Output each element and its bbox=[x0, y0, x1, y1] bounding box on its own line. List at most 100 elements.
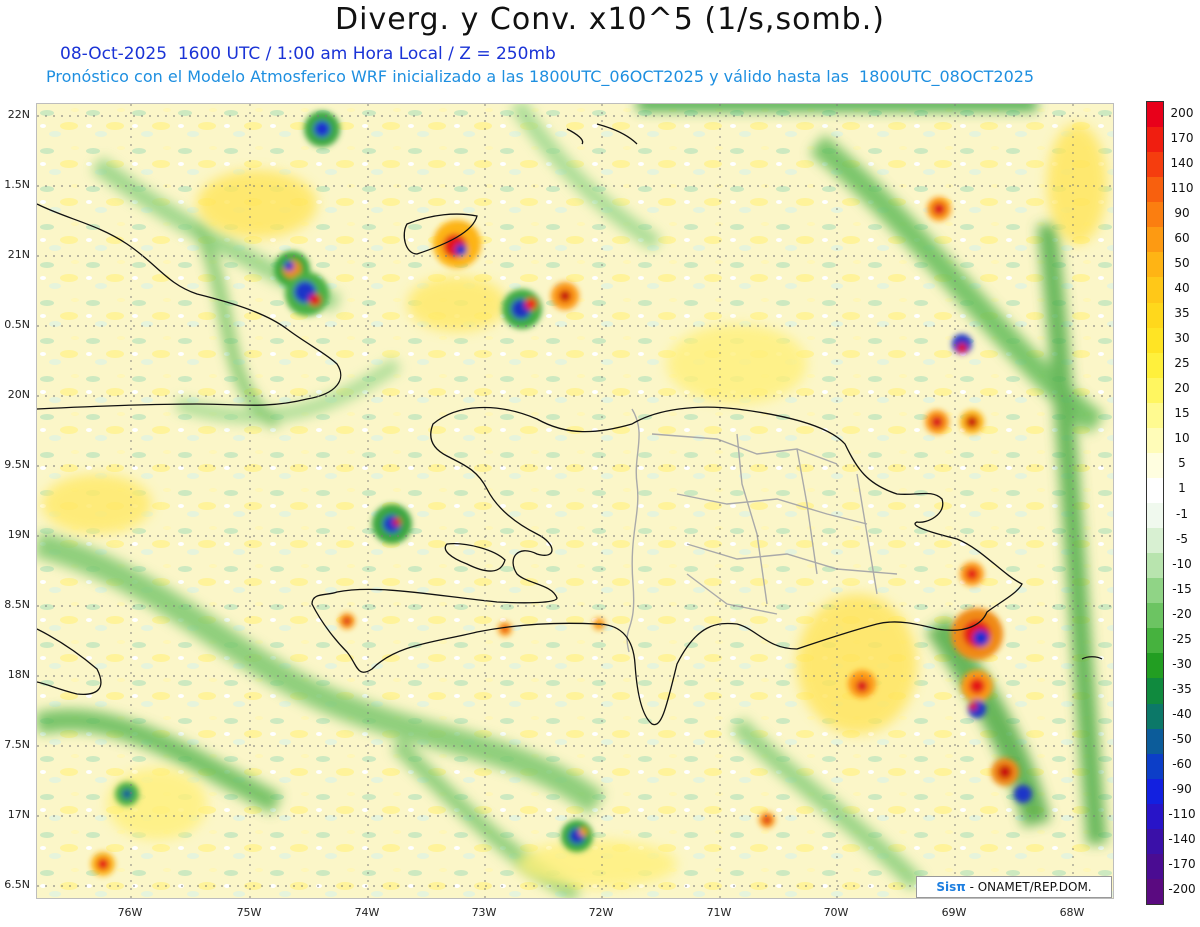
credit-box: Sisπ - ONAMET/REP.DOM. bbox=[916, 876, 1112, 898]
color-scale-swatch bbox=[1147, 377, 1163, 403]
color-scale-label: -60 bbox=[1172, 757, 1192, 772]
color-scale-label: 60 bbox=[1174, 230, 1190, 245]
color-scale-label: -200 bbox=[1168, 882, 1196, 897]
storm-cell bbox=[115, 782, 139, 806]
color-scale-label: -40 bbox=[1172, 707, 1192, 722]
color-scale-swatch bbox=[1147, 778, 1163, 804]
color-scale-swatch bbox=[1147, 753, 1163, 779]
lon-tick-label: 68W bbox=[1059, 906, 1085, 919]
color-scale-swatch bbox=[1147, 252, 1163, 278]
color-scale-label: -50 bbox=[1172, 732, 1192, 747]
lat-tick-label: 9.5N bbox=[4, 458, 30, 471]
sispi-logo: Sisπ bbox=[936, 880, 966, 894]
storm-cell bbox=[498, 622, 512, 636]
color-scale-label: 170 bbox=[1170, 130, 1194, 145]
color-scale-swatch bbox=[1147, 628, 1163, 654]
color-scale-swatch bbox=[1147, 578, 1163, 604]
color-scale-swatch bbox=[1147, 277, 1163, 303]
color-scale-label: -110 bbox=[1168, 807, 1196, 822]
color-scale-swatch bbox=[1147, 803, 1163, 829]
color-scale-label: -5 bbox=[1176, 531, 1188, 546]
map-panel bbox=[36, 103, 1114, 899]
color-scale-swatch bbox=[1147, 653, 1163, 679]
storm-cell bbox=[960, 562, 984, 586]
color-scale-swatch bbox=[1147, 352, 1163, 378]
color-scale-label: -20 bbox=[1172, 606, 1192, 621]
storm-cell bbox=[561, 820, 593, 852]
color-scale-swatch bbox=[1147, 553, 1163, 579]
color-scale-label: -25 bbox=[1172, 631, 1192, 646]
color-scale-label: -35 bbox=[1172, 681, 1192, 696]
divergence-field-map bbox=[37, 104, 1113, 898]
lat-tick-label: 1.5N bbox=[4, 178, 30, 191]
lon-tick-label: 71W bbox=[706, 906, 732, 919]
lat-tick-label: 19N bbox=[7, 528, 30, 541]
storm-cell bbox=[927, 197, 951, 221]
storm-cell bbox=[925, 410, 949, 434]
lat-tick-label: 0.5N bbox=[4, 318, 30, 331]
storm-cell bbox=[551, 282, 579, 310]
color-scale-label: -10 bbox=[1172, 556, 1192, 571]
color-scale-swatch bbox=[1147, 302, 1163, 328]
color-scale-label: 30 bbox=[1174, 331, 1190, 346]
color-scale-label: 20 bbox=[1174, 381, 1190, 396]
map-title: Diverg. y Conv. x10^5 (1/s,somb.) bbox=[335, 2, 885, 37]
color-scale-label: -170 bbox=[1168, 857, 1196, 872]
color-scale-swatch bbox=[1147, 177, 1163, 203]
color-scale-label: -30 bbox=[1172, 656, 1192, 671]
color-scale-label: 200 bbox=[1170, 105, 1194, 120]
storm-cell bbox=[91, 852, 115, 876]
color-scale-swatch bbox=[1147, 127, 1163, 153]
color-scale-label: 10 bbox=[1174, 431, 1190, 446]
color-scale-swatch bbox=[1147, 477, 1163, 503]
color-scale-label: 5 bbox=[1178, 456, 1186, 471]
color-scale-swatch bbox=[1147, 603, 1163, 629]
storm-cell bbox=[968, 700, 986, 718]
color-scale-label: -140 bbox=[1168, 832, 1196, 847]
lat-tick-label: 17N bbox=[7, 808, 30, 821]
storm-cell bbox=[433, 220, 481, 268]
color-scale-swatch bbox=[1147, 528, 1163, 554]
storm-cell bbox=[502, 289, 542, 329]
lon-tick-label: 76W bbox=[117, 906, 143, 919]
color-scale-label: 140 bbox=[1170, 155, 1194, 170]
credit-text: - ONAMET/REP.DOM. bbox=[965, 880, 1092, 894]
color-scale-swatch bbox=[1147, 427, 1163, 453]
lat-tick-label: 6.5N bbox=[4, 878, 30, 891]
lat-tick-label: 8.5N bbox=[4, 598, 30, 611]
storm-cell bbox=[848, 670, 876, 698]
model-info-line: Pronóstico con el Modelo Atmosferico WRF… bbox=[46, 67, 1035, 86]
storm-cell bbox=[961, 670, 993, 702]
lat-tick-label: 20N bbox=[7, 388, 30, 401]
storm-cell bbox=[759, 812, 775, 828]
color-scale-label: 110 bbox=[1170, 180, 1194, 195]
storm-cell bbox=[372, 504, 412, 544]
lat-tick-label: 21N bbox=[7, 248, 30, 261]
storm-cell bbox=[285, 272, 329, 316]
lon-tick-label: 73W bbox=[471, 906, 497, 919]
lon-tick-label: 75W bbox=[236, 906, 262, 919]
color-scale-label: 90 bbox=[1174, 205, 1190, 220]
color-scale-swatch bbox=[1147, 878, 1163, 904]
storm-cell bbox=[960, 410, 984, 434]
color-scale-label: 50 bbox=[1174, 255, 1190, 270]
color-scale-swatch bbox=[1147, 503, 1163, 529]
lon-tick-label: 69W bbox=[941, 906, 967, 919]
color-scale-swatch bbox=[1147, 703, 1163, 729]
storm-cell bbox=[991, 758, 1019, 786]
color-scale-swatch bbox=[1147, 152, 1163, 178]
storm-cell bbox=[1014, 785, 1032, 803]
lat-tick-label: 7.5N bbox=[4, 738, 30, 751]
lon-tick-label: 70W bbox=[823, 906, 849, 919]
color-scale-swatch bbox=[1147, 452, 1163, 478]
color-scale-swatch bbox=[1147, 678, 1163, 704]
storm-cell bbox=[951, 608, 1003, 660]
lon-tick-label: 74W bbox=[354, 906, 380, 919]
color-scale-swatch bbox=[1147, 402, 1163, 428]
color-scale-label: -1 bbox=[1176, 506, 1188, 521]
color-scale-bar bbox=[1146, 101, 1164, 905]
color-scale-swatch bbox=[1147, 853, 1163, 879]
color-scale-label: 25 bbox=[1174, 356, 1190, 371]
color-scale-label: -15 bbox=[1172, 581, 1192, 596]
color-scale-swatch bbox=[1147, 202, 1163, 228]
